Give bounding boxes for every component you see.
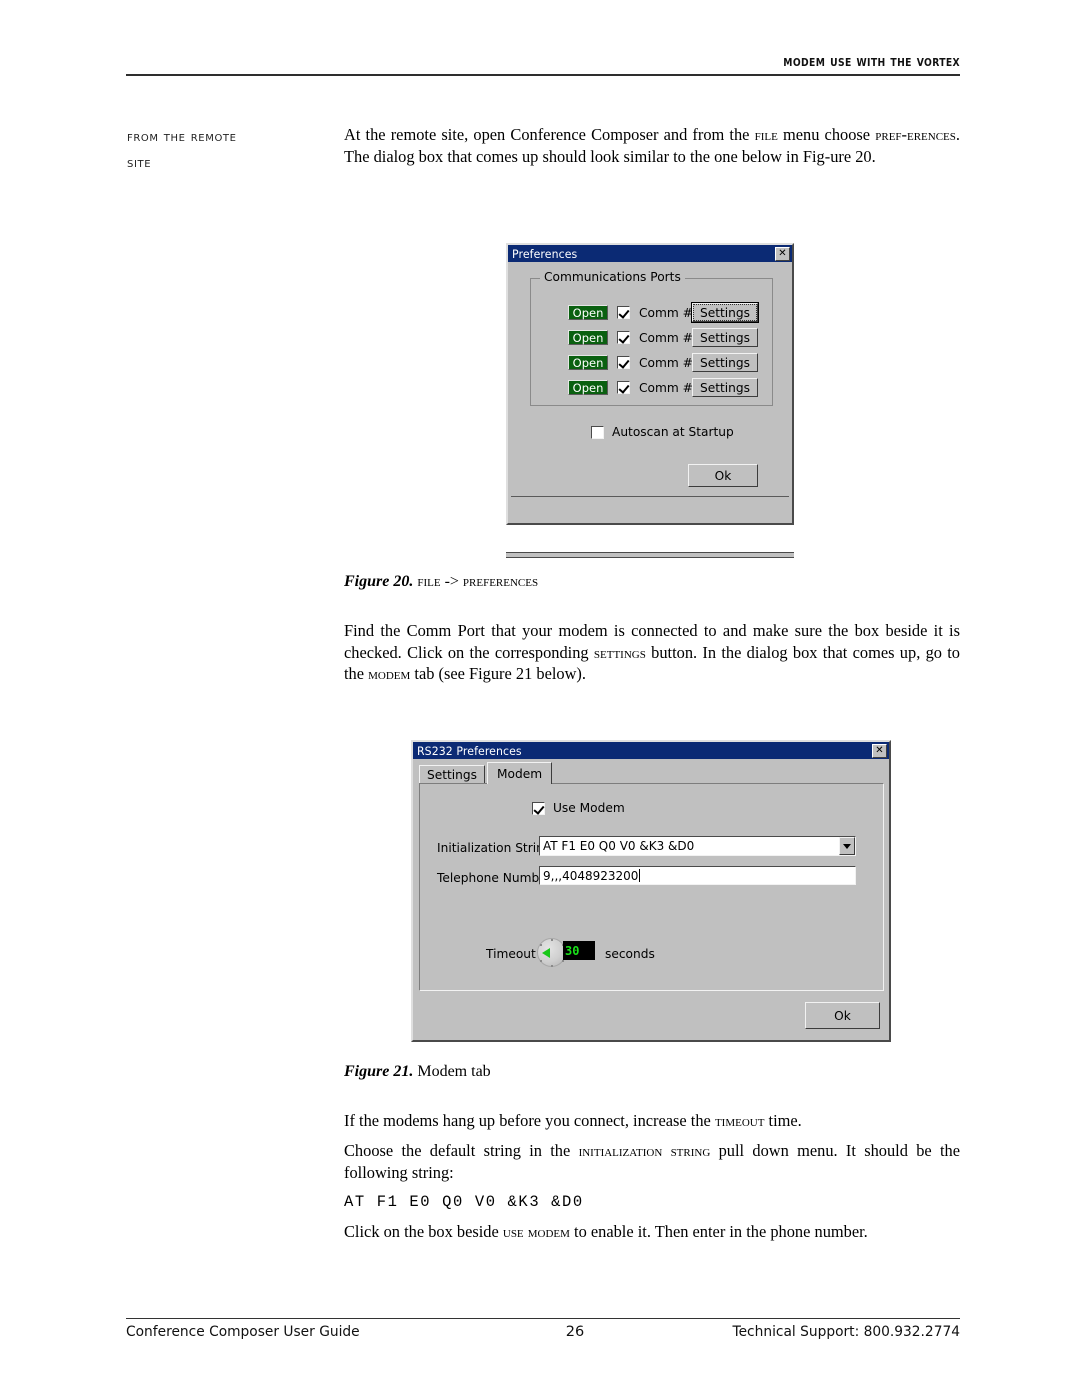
rs232-tabstrip: Settings Modem (419, 762, 553, 784)
page-header: Modem Use with the Vortex (126, 52, 960, 76)
intro-preferences-term: Pref-erences (875, 125, 956, 144)
rs232-title: RS232 Preferences (417, 743, 522, 758)
p4-text-a: Choose the default string in the (344, 1141, 579, 1160)
paragraph-5: Click on the box beside Use Modem to ena… (344, 1221, 960, 1243)
port-checkbox-4[interactable] (617, 381, 630, 394)
port-settings-button-2[interactable]: Settings (692, 328, 758, 347)
p2-settings-term: Settings (593, 642, 646, 662)
chevron-down-icon[interactable] (839, 837, 855, 855)
intro-text-b: menu choose (777, 125, 876, 144)
header-title: Modem Use with the Vortex (783, 52, 960, 70)
p5-usemodem-term: Use Modem (502, 1222, 570, 1241)
preferences-title: Preferences (512, 246, 578, 261)
use-modem-row: Use Modem (532, 801, 625, 815)
port-row-1: Open Comm #1 (568, 305, 701, 320)
init-string-code-line: AT F1 E0 Q0 V0 &K3 &D0 (344, 1193, 584, 1211)
close-icon[interactable]: ✕ (775, 246, 790, 261)
port-status-led-2: Open (568, 330, 608, 345)
figure-21-text: Modem tab (417, 1063, 491, 1080)
port-row-4: Open Comm #4 (568, 380, 701, 395)
port-settings-button-1[interactable]: Settings (691, 302, 759, 323)
knob-pointer-icon (542, 948, 550, 958)
rs232-preferences-dialog[interactable]: RS232 Preferences ✕ Settings Modem Use M… (411, 740, 891, 1042)
port-status-led-3: Open (568, 355, 608, 370)
p3-text-b: time. (764, 1111, 802, 1130)
telephone-number-label: Telephone Number (437, 871, 552, 885)
timeout-label: Timeout (486, 947, 536, 961)
figure-20-label: Figure 20. (344, 573, 414, 590)
port-settings-label-1: Settings (693, 304, 757, 321)
timeout-knob[interactable] (537, 938, 566, 967)
p4-initstring-term: Initialization String (578, 1141, 711, 1160)
paragraph-2: Find the Comm Port that your modem is co… (344, 620, 960, 685)
rs232-ok-button[interactable]: Ok (805, 1002, 880, 1029)
figure-20-caption: Figure 20. File -> Preferences (344, 573, 960, 591)
port-settings-button-3[interactable]: Settings (692, 353, 758, 372)
init-string-combobox[interactable]: AT F1 E0 Q0 V0 &K3 &D0 (539, 836, 856, 856)
tab-modem[interactable]: Modem (487, 762, 553, 784)
port-status-led-4: Open (568, 380, 608, 395)
footer-left-text: Conference Composer User Guide (126, 1324, 360, 1340)
footer-rule (126, 1318, 960, 1319)
init-string-value: AT F1 E0 Q0 V0 &K3 &D0 (543, 839, 695, 853)
dialog-bottom-separator (511, 496, 789, 497)
p2-modem-term: Modem (368, 664, 411, 684)
preferences-dialog-shadow (506, 552, 794, 558)
port-checkbox-2[interactable] (617, 331, 630, 344)
preferences-dialog[interactable]: Preferences ✕ Communications Ports Open … (506, 243, 794, 525)
port-row-3: Open Comm #3 (568, 355, 701, 370)
timeout-value-display: 30 (563, 941, 595, 960)
telephone-number-input[interactable]: 9,,,4048923200 (539, 866, 856, 885)
text-caret (639, 869, 641, 882)
rs232-titlebar[interactable]: RS232 Preferences ✕ (413, 742, 889, 759)
preferences-ok-button[interactable]: Ok (688, 464, 758, 487)
communications-ports-label: Communications Ports (540, 270, 685, 284)
intro-paragraph: At the remote site, open Conference Comp… (344, 124, 960, 167)
tab-settings[interactable]: Settings (419, 765, 485, 784)
paragraph-3: If the modems hang up before you connect… (344, 1110, 960, 1132)
p5-text-b: to enable it. Then enter in the phone nu… (569, 1222, 868, 1241)
telephone-number-value: 9,,,4048923200 (543, 868, 639, 883)
intro-file-term: File (754, 125, 778, 144)
preferences-titlebar[interactable]: Preferences ✕ (508, 245, 792, 262)
margin-heading: From the Remote Site (127, 124, 332, 176)
footer-page-number: 26 (565, 1324, 585, 1340)
p2-text-c: tab (see Figure 21 below). (410, 664, 586, 684)
page-footer: Conference Composer User Guide 26 Techni… (126, 1324, 960, 1340)
p3-text-a: If the modems hang up before you connect… (344, 1111, 715, 1130)
port-status-led-1: Open (568, 305, 608, 320)
use-modem-checkbox[interactable] (532, 801, 545, 815)
autoscan-row: Autoscan at Startup (591, 425, 734, 439)
p5-text-a: Click on the box beside (344, 1222, 503, 1241)
margin-heading-line1: From the Remote (127, 129, 237, 145)
use-modem-label: Use Modem (553, 801, 625, 815)
port-row-2: Open Comm #2 (568, 330, 701, 345)
footer-right-text: Technical Support: 800.932.2774 (732, 1324, 960, 1340)
header-rule (126, 74, 960, 76)
document-page: Modem Use with the Vortex From the Remot… (0, 0, 1080, 1397)
figure-21-caption: Figure 21. Modem tab (344, 1063, 960, 1081)
p3-timeout-term: Timeout (714, 1111, 765, 1130)
close-icon[interactable]: ✕ (872, 743, 887, 758)
intro-text-a: At the remote site, open Conference Comp… (344, 125, 755, 144)
paragraph-4: Choose the default string in the Initial… (344, 1140, 960, 1183)
port-checkbox-3[interactable] (617, 356, 630, 369)
port-settings-button-4[interactable]: Settings (692, 378, 758, 397)
figure-21-label: Figure 21. (344, 1063, 414, 1080)
autoscan-label: Autoscan at Startup (612, 425, 734, 439)
port-checkbox-1[interactable] (617, 306, 630, 319)
figure-20-text: File -> Preferences (417, 573, 539, 590)
autoscan-checkbox[interactable] (591, 425, 604, 439)
init-string-label: Initialization String (437, 841, 552, 855)
timeout-units-label: seconds (605, 947, 655, 961)
margin-heading-line2: Site (127, 155, 152, 171)
